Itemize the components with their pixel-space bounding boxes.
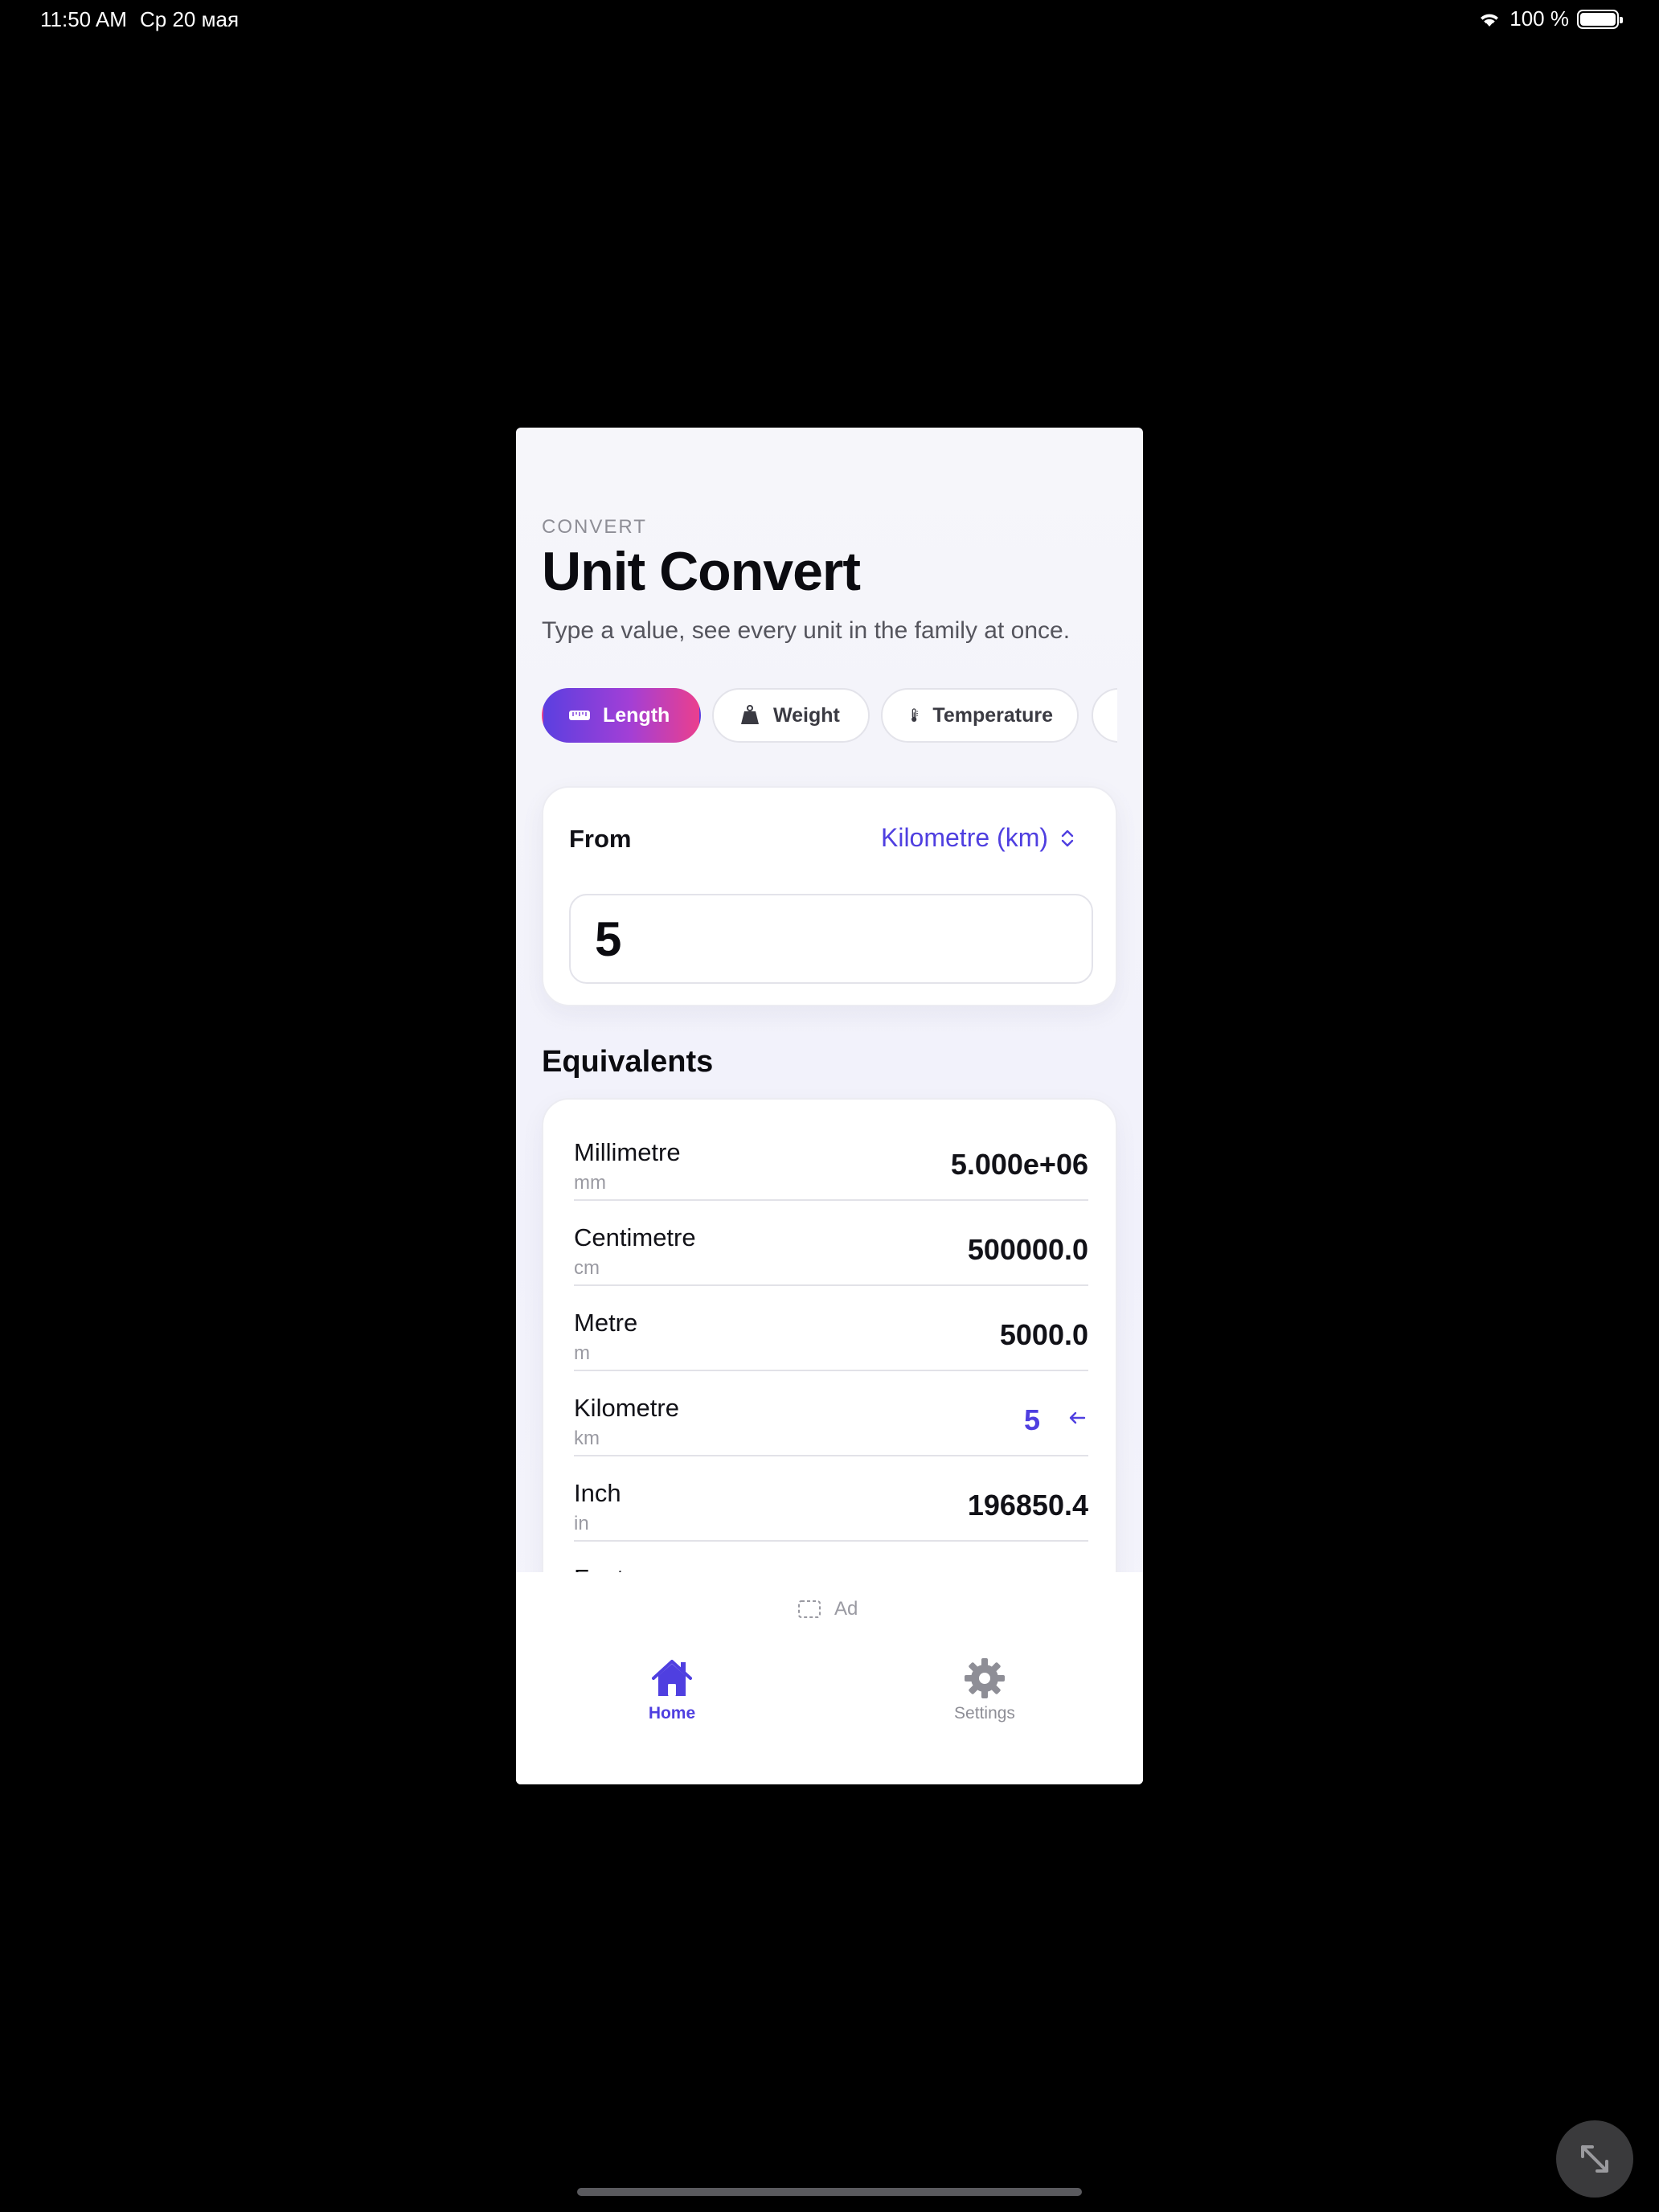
unit-name: Metre bbox=[574, 1309, 638, 1337]
list-item[interactable]: Centimetre cm 500000.0 bbox=[574, 1201, 1088, 1286]
ruler-icon bbox=[569, 711, 590, 720]
tab-settings-label: Settings bbox=[954, 1704, 1015, 1722]
equivalents-title: Equivalents bbox=[542, 1045, 714, 1079]
value-input[interactable] bbox=[569, 894, 1093, 984]
arrow-left-icon bbox=[1069, 1411, 1086, 1424]
tab-home-label: Home bbox=[648, 1704, 696, 1722]
list-item[interactable]: Inch in 196850.4 bbox=[574, 1456, 1088, 1542]
app-window: CONVERT Unit Convert Type a value, see e… bbox=[516, 428, 1143, 1784]
page-eyebrow: CONVERT bbox=[542, 516, 647, 538]
chevron-up-down-icon bbox=[1061, 830, 1074, 846]
page-subtitle: Type a value, see every unit in the fami… bbox=[542, 617, 1071, 644]
unit-value: 500000.0 bbox=[967, 1233, 1088, 1266]
list-item[interactable]: Foot ft bbox=[574, 1542, 1088, 1572]
thermometer-icon bbox=[911, 708, 919, 722]
from-unit-label: Kilometre (km) bbox=[880, 823, 1048, 852]
unit-value: 5000.0 bbox=[999, 1318, 1088, 1351]
wifi-icon bbox=[1481, 14, 1499, 27]
equivalents-list: Millimetre mm 5.000e+06 Centimetre cm 50… bbox=[542, 1098, 1117, 1572]
ad-placeholder-icon bbox=[798, 1600, 821, 1618]
list-item-selected[interactable]: Kilometre km 5 bbox=[574, 1371, 1088, 1456]
unit-abbr: cm bbox=[574, 1257, 600, 1279]
unit-name: Inch bbox=[574, 1479, 621, 1507]
chip-label: Weight bbox=[773, 703, 840, 727]
unit-abbr: mm bbox=[574, 1172, 606, 1194]
unit-value: 196850.4 bbox=[967, 1489, 1088, 1522]
house-icon bbox=[652, 1660, 692, 1696]
from-unit-picker[interactable]: Kilometre (km) bbox=[881, 823, 1075, 853]
chip-label: Length bbox=[603, 703, 670, 727]
gear-icon bbox=[965, 1658, 1005, 1698]
chip-label: Temperature bbox=[932, 703, 1053, 727]
chip-weight[interactable]: Weight bbox=[712, 688, 870, 743]
chip-length[interactable]: Length bbox=[542, 688, 701, 743]
tab-settings[interactable]: Settings bbox=[928, 1657, 1041, 1723]
chip-more[interactable] bbox=[1092, 688, 1117, 743]
unit-abbr: m bbox=[574, 1342, 590, 1364]
weight-icon bbox=[741, 705, 759, 724]
home-indicator bbox=[577, 2188, 1082, 2196]
from-label: From bbox=[569, 825, 632, 853]
bottom-bar: Ad Home Settings bbox=[516, 1572, 1143, 1784]
unit-value: 5 bbox=[1023, 1403, 1040, 1436]
unit-name: Kilometre bbox=[574, 1394, 679, 1422]
battery-icon bbox=[1577, 9, 1623, 29]
tab-home[interactable]: Home bbox=[616, 1657, 728, 1723]
status-time: 11:50 AM bbox=[40, 7, 127, 31]
status-indicators: 100 % bbox=[1477, 6, 1623, 31]
chip-temperature[interactable]: Temperature bbox=[881, 688, 1079, 743]
status-date: Ср 20 мая bbox=[140, 7, 240, 31]
battery-level bbox=[1580, 12, 1616, 26]
unit-abbr: km bbox=[574, 1428, 600, 1449]
unit-name: Centimetre bbox=[574, 1223, 696, 1251]
expand-arrows-icon bbox=[1581, 2145, 1608, 2173]
battery-percent: 100 % bbox=[1509, 6, 1569, 31]
expand-button[interactable] bbox=[1556, 2120, 1633, 2198]
unit-name: Foot bbox=[574, 1564, 624, 1572]
ad-label: Ad bbox=[834, 1598, 858, 1620]
from-card: From Kilometre (km) bbox=[542, 786, 1117, 1006]
unit-value: 5.000e+06 bbox=[950, 1148, 1088, 1181]
page-title: Unit Convert bbox=[542, 541, 861, 602]
unit-name: Millimetre bbox=[574, 1138, 681, 1166]
ad-banner[interactable]: Ad bbox=[797, 1598, 858, 1620]
content-scroll-area[interactable]: CONVERT Unit Convert Type a value, see e… bbox=[516, 428, 1143, 1572]
unit-abbr: in bbox=[574, 1513, 589, 1534]
category-chips: Length Weight Temperature bbox=[542, 688, 1117, 743]
status-bar: 11:50 AM Ср 20 мая 100 % bbox=[0, 0, 1659, 40]
list-item[interactable]: Millimetre mm 5.000e+06 bbox=[574, 1116, 1088, 1201]
list-item[interactable]: Metre m 5000.0 bbox=[574, 1286, 1088, 1371]
